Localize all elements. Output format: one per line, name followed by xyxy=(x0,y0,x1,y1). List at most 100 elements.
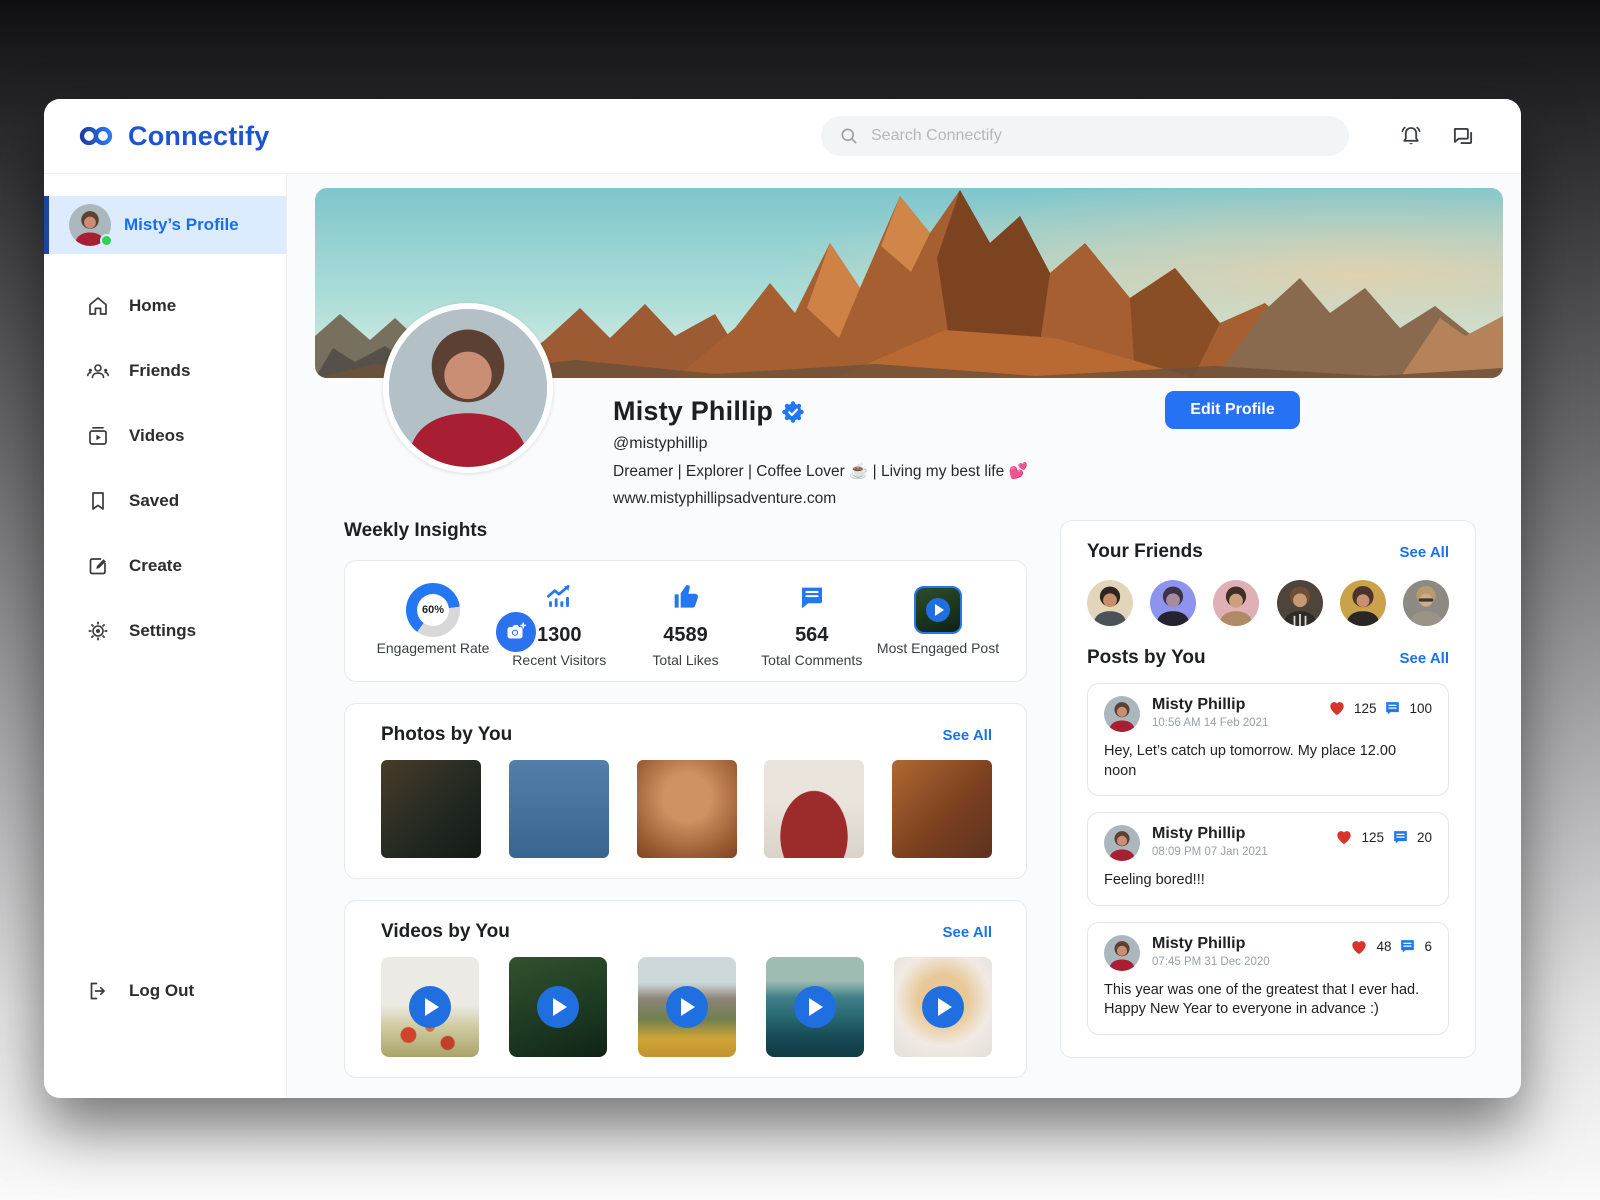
create-icon xyxy=(89,558,106,575)
post-author-name: Misty Phillip xyxy=(1152,696,1246,713)
sidebar-profile-avatar xyxy=(69,204,113,247)
videos-title: Videos by You xyxy=(381,921,510,942)
logout-icon xyxy=(90,982,105,1000)
videos-see-all-link[interactable]: See All xyxy=(943,924,992,941)
sidebar-item-settings[interactable]: Settings xyxy=(44,605,286,657)
post-card[interactable]: Misty Phillip 08:09 PM 07 Jan 2021 125 2… xyxy=(1087,812,1449,906)
friends-see-all-link[interactable]: See All xyxy=(1400,544,1449,561)
notifications-bell-icon[interactable] xyxy=(1397,122,1425,150)
profile-website[interactable]: www.mistyphillipsadventure.com xyxy=(613,490,1503,508)
post-author-avatar xyxy=(1104,934,1140,971)
messages-chat-icon[interactable] xyxy=(1449,122,1477,150)
friend-avatar[interactable] xyxy=(1087,580,1133,626)
comment-icon xyxy=(801,588,822,609)
video-thumbnail[interactable] xyxy=(637,957,736,1057)
logout-label: Log Out xyxy=(129,981,195,1000)
photo-thumbnail[interactable] xyxy=(764,760,865,858)
video-thumbnail[interactable] xyxy=(381,957,479,1057)
post-timestamp: 08:09 PM 07 Jan 2021 xyxy=(1152,846,1268,859)
sidebar-item-profile[interactable]: Misty’s Profile xyxy=(44,196,286,254)
search-bar[interactable] xyxy=(821,116,1349,156)
comment-icon[interactable] xyxy=(1383,699,1402,718)
post-text: Hey, Let’s catch up tomorrow. My place 1… xyxy=(1104,743,1397,779)
gear-icon xyxy=(88,621,108,641)
brand-name: Connectify xyxy=(128,120,270,151)
logout-button[interactable]: Log Out xyxy=(44,979,286,1003)
comment-icon[interactable] xyxy=(1391,828,1410,847)
infinity-logo-icon xyxy=(79,126,113,146)
stat-most-engaged-post: Most Engaged Post xyxy=(876,585,1000,657)
profile-bio: Dreamer | Explorer | Coffee Lover ☕ | Li… xyxy=(613,463,1028,480)
brand-logo[interactable]: Connectify xyxy=(74,121,270,152)
edit-profile-button[interactable]: Edit Profile xyxy=(1165,391,1300,429)
video-thumbnail[interactable] xyxy=(765,957,864,1057)
post-card[interactable]: Misty Phillip 07:45 PM 31 Dec 2020 48 6 xyxy=(1087,921,1449,1035)
sidebar-item-create[interactable]: Create xyxy=(44,540,286,592)
friend-avatar[interactable] xyxy=(1276,580,1323,626)
sidebar-item-label: Home xyxy=(129,296,177,315)
sidebar-profile-label: Misty’s Profile xyxy=(124,215,239,234)
comment-icon[interactable] xyxy=(1398,937,1417,956)
profile-handle: @mistyphillip xyxy=(613,435,708,452)
sidebar-item-label: Friends xyxy=(129,361,191,380)
friends-icon xyxy=(87,364,109,379)
heart-icon[interactable] xyxy=(1334,827,1354,847)
sidebar-item-home[interactable]: Home xyxy=(44,280,286,332)
comments-count: 100 xyxy=(1409,700,1432,716)
profile-avatar[interactable] xyxy=(383,303,553,473)
friend-avatar[interactable] xyxy=(1402,580,1449,626)
comments-count: 6 xyxy=(1424,939,1432,955)
photo-thumbnail[interactable] xyxy=(636,760,737,858)
stat-total-likes: 4589 Total Likes xyxy=(624,572,748,669)
post-author-avatar xyxy=(1104,696,1140,732)
sidebar-item-saved[interactable]: Saved xyxy=(44,475,286,527)
sidebar-item-friends[interactable]: Friends xyxy=(44,345,286,397)
profile-header: Misty Phillip Edit Profile @mistyphillip… xyxy=(613,378,1503,508)
post-text: Feeling bored!!! xyxy=(1104,872,1205,889)
posts-see-all-link[interactable]: See All xyxy=(1400,650,1449,667)
photo-thumbnail[interactable] xyxy=(508,760,609,858)
friend-avatar[interactable] xyxy=(1339,580,1386,626)
profile-name: Misty Phillip xyxy=(613,396,774,426)
likes-count: 125 xyxy=(1361,829,1384,845)
weekly-insights-card: 60% Engagement Rate 1300 Recent Visitors… xyxy=(344,560,1027,682)
top-bar: Connectify xyxy=(44,99,1521,174)
app-window: Connectify Search Connectify Misty’s Pro… xyxy=(44,99,1521,1098)
topbar-icons xyxy=(1397,122,1477,150)
stat-engagement-rate: 60% Engagement Rate xyxy=(371,582,495,657)
friend-avatar[interactable] xyxy=(1150,580,1197,626)
heart-icon[interactable] xyxy=(1349,937,1369,957)
post-card[interactable]: Misty Phillip 10:56 AM 14 Feb 2021 125 1… xyxy=(1087,683,1449,797)
play-icon xyxy=(409,986,451,1028)
online-status-dot xyxy=(100,234,113,247)
post-author-name: Misty Phillip xyxy=(1152,934,1246,952)
donut-chart-icon: 60% xyxy=(406,582,460,637)
search-input[interactable] xyxy=(871,127,1331,145)
friend-avatar[interactable] xyxy=(1213,580,1260,626)
play-icon xyxy=(537,986,580,1028)
video-thumbnail[interactable] xyxy=(894,957,992,1057)
photos-see-all-link[interactable]: See All xyxy=(943,727,992,744)
home-icon xyxy=(89,297,107,315)
sidebar-item-label: Saved xyxy=(129,491,180,510)
video-thumbnail[interactable] xyxy=(509,957,608,1057)
friends-and-posts-card: Your Friends See All Posts by You See Al… xyxy=(1060,520,1476,1058)
search-icon xyxy=(841,128,857,144)
comments-count: 20 xyxy=(1416,829,1432,845)
friends-avatar-row xyxy=(1087,580,1449,626)
post-author-name: Misty Phillip xyxy=(1152,825,1246,843)
change-photo-camera-button[interactable] xyxy=(493,609,539,655)
sidebar-item-videos[interactable]: Videos xyxy=(44,410,286,462)
most-engaged-post-thumbnail[interactable] xyxy=(914,585,962,634)
weekly-insights-title: Weekly Insights xyxy=(344,520,488,541)
verified-badge-icon xyxy=(782,400,804,423)
heart-icon[interactable] xyxy=(1327,698,1347,718)
likes-count: 48 xyxy=(1376,939,1392,955)
sidebar-item-label: Settings xyxy=(129,621,197,640)
videos-by-you-card: Videos by You See All xyxy=(344,900,1027,1078)
photo-thumbnail[interactable] xyxy=(892,760,992,858)
photo-thumbnail[interactable] xyxy=(381,760,481,858)
likes-count: 125 xyxy=(1353,700,1377,716)
play-icon xyxy=(926,597,950,622)
bookmark-icon xyxy=(92,492,104,510)
